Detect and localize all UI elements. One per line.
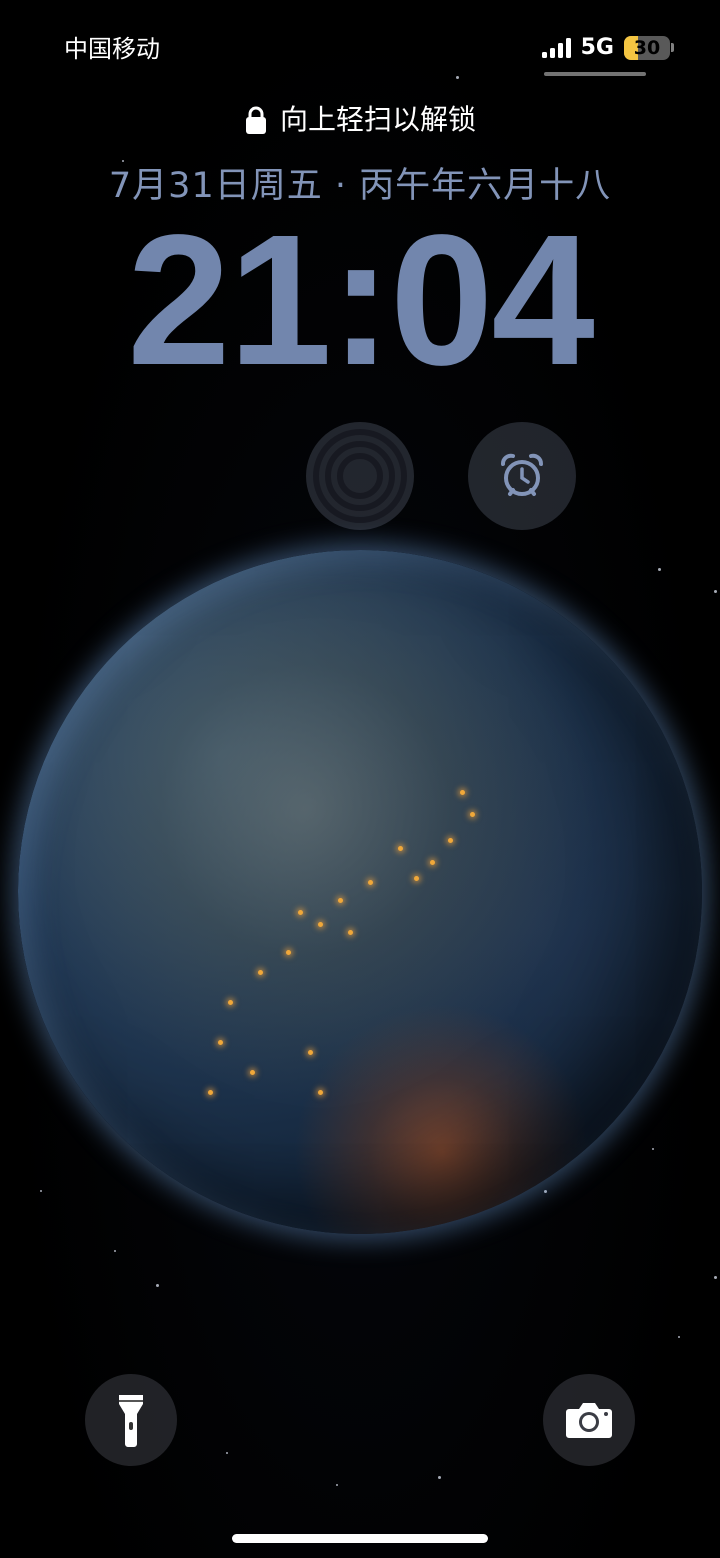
camera-icon <box>566 1403 612 1438</box>
star <box>658 568 661 571</box>
battery-cap <box>671 43 674 52</box>
flashlight-icon <box>119 1395 143 1447</box>
status-indicators: 5G 30 <box>541 33 670 63</box>
lock-icon <box>245 106 266 134</box>
star <box>678 1336 680 1338</box>
status-bar-indicator <box>544 72 646 76</box>
camera-button[interactable] <box>543 1374 635 1466</box>
city-lights <box>318 922 323 927</box>
earth-globe <box>18 550 702 1234</box>
carrier-name: 中国移动 <box>64 35 160 63</box>
city-lights <box>208 1090 213 1095</box>
city-lights <box>368 880 373 885</box>
unlock-hint: 向上轻扫以解锁 <box>0 100 720 140</box>
city-lights <box>448 838 453 843</box>
home-indicator[interactable] <box>232 1534 488 1543</box>
city-lights <box>228 1000 233 1005</box>
star <box>336 1484 338 1486</box>
city-lights <box>414 876 419 881</box>
star <box>456 76 459 79</box>
city-lights <box>318 1090 323 1095</box>
alarm-widget[interactable] <box>468 422 576 530</box>
star <box>714 1276 717 1279</box>
unlock-hint-text: 向上轻扫以解锁 <box>279 103 476 136</box>
city-lights <box>348 930 353 935</box>
city-lights <box>460 790 465 795</box>
battery-percent: 30 <box>633 37 661 59</box>
star <box>438 1476 441 1479</box>
star <box>114 1250 116 1252</box>
star <box>652 1148 654 1150</box>
city-lights <box>298 910 303 915</box>
star <box>226 1452 228 1454</box>
city-lights <box>286 950 291 955</box>
star <box>714 590 717 593</box>
flashlight-button[interactable] <box>85 1374 177 1466</box>
network-type: 5G <box>580 35 614 60</box>
signal-bars-icon <box>541 38 571 58</box>
city-lights <box>430 860 435 865</box>
clock-time[interactable]: 21:04 <box>0 208 720 394</box>
star <box>544 1190 547 1193</box>
city-lights <box>338 898 343 903</box>
city-lights <box>250 1070 255 1075</box>
alarm-clock-icon <box>501 453 543 496</box>
focus-rings-icon <box>313 429 407 523</box>
city-lights <box>398 846 403 851</box>
lock-screen: 中国移动 5G 30 向上轻扫以解锁 7月31日周五 · 丙午年六月十八 21:… <box>0 0 720 1558</box>
star <box>40 1190 42 1192</box>
city-lights <box>308 1050 313 1055</box>
city-lights <box>470 812 475 817</box>
focus-widget[interactable] <box>306 422 414 530</box>
city-lights <box>218 1040 223 1045</box>
city-lights <box>258 970 263 975</box>
battery-icon: 30 <box>624 36 670 60</box>
star <box>156 1284 159 1287</box>
